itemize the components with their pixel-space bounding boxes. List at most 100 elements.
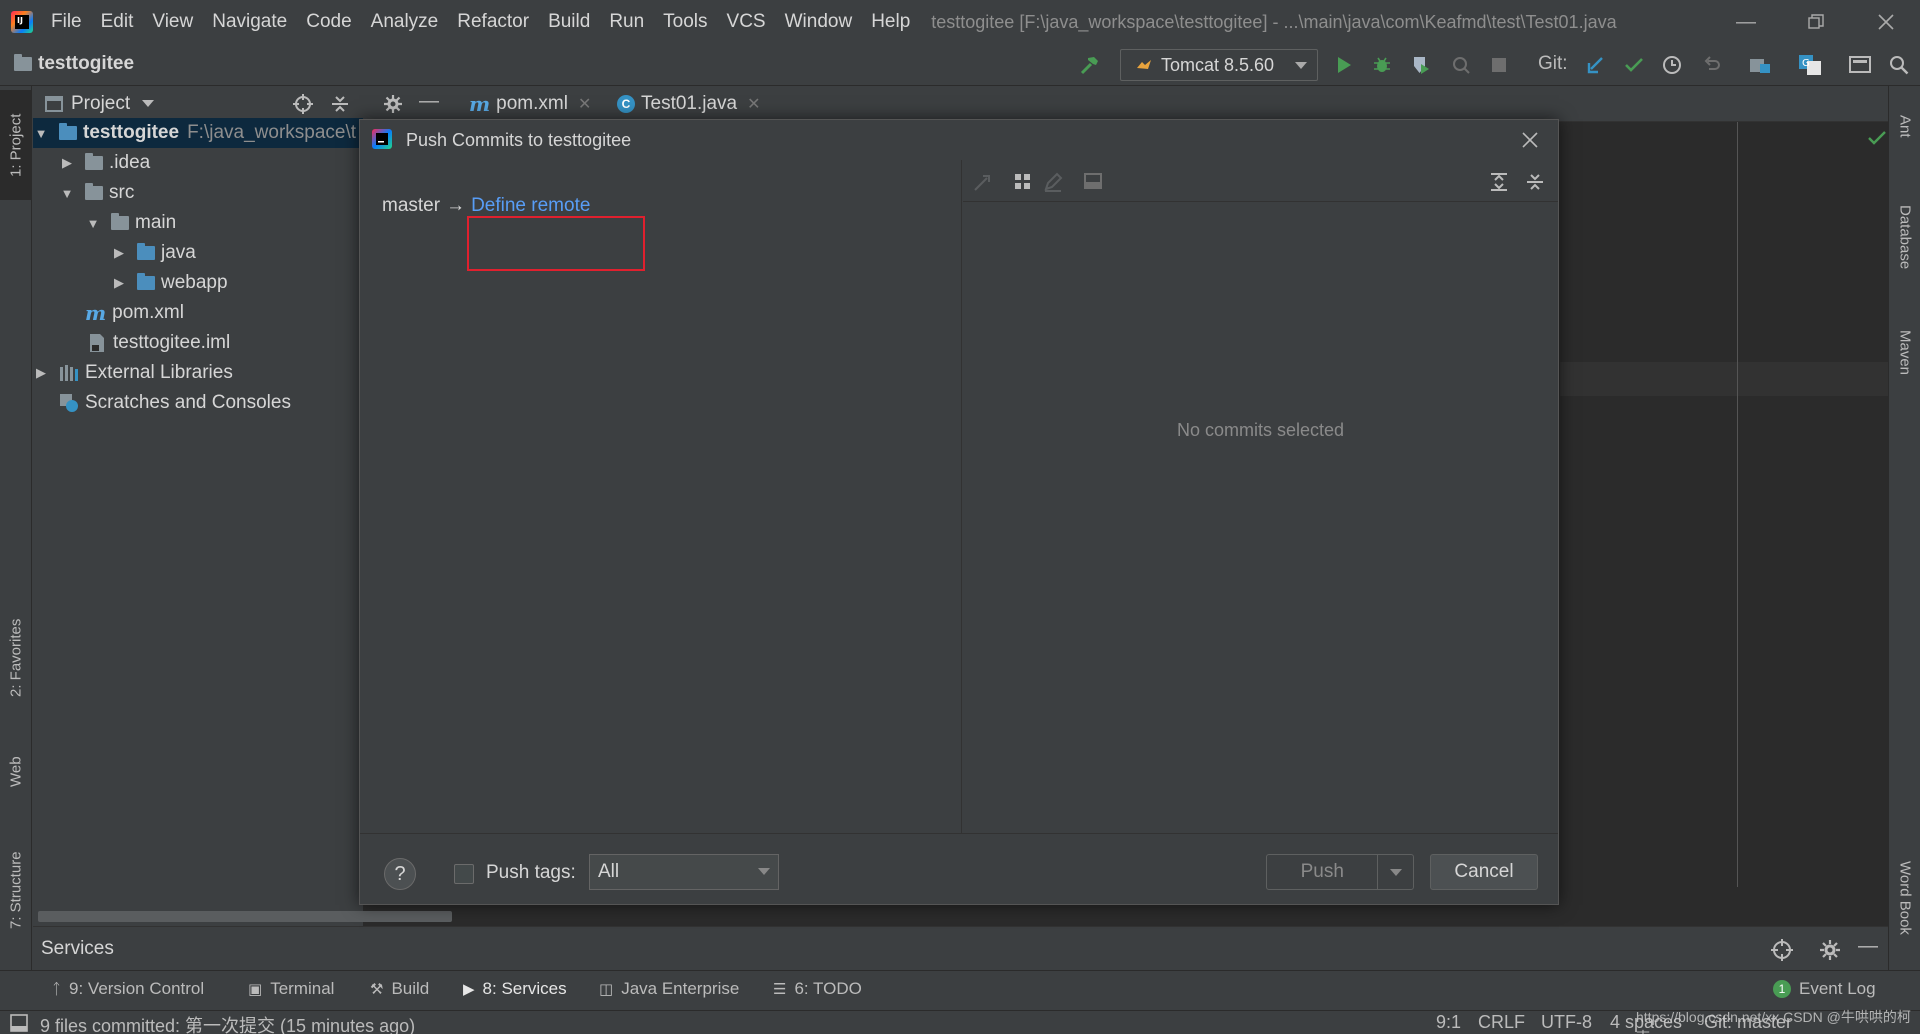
group-by-icon[interactable] [1013, 172, 1033, 192]
menu-help[interactable]: Help [871, 11, 910, 33]
menu-code[interactable]: Code [306, 11, 351, 33]
tree-item-webapp[interactable]: ▶ webapp [111, 268, 228, 298]
tree-item-pom-xml[interactable]: m pom.xml [85, 298, 184, 328]
debug-icon[interactable] [1369, 52, 1395, 78]
presentation-icon[interactable] [1847, 52, 1873, 78]
rollback-icon[interactable] [1699, 52, 1725, 78]
edit-source-icon[interactable] [1043, 172, 1063, 192]
horizontal-scrollbar[interactable] [38, 911, 452, 922]
tool-todo[interactable]: ☰ 6: TODO [773, 979, 862, 999]
run-configuration-select[interactable]: Tomcat 8.5.60 [1120, 49, 1318, 81]
menu-analyze[interactable]: Analyze [371, 11, 439, 33]
push-tags-value: All [598, 861, 620, 882]
file-encoding[interactable]: UTF-8 [1541, 1012, 1592, 1033]
line-separator[interactable]: CRLF [1478, 1012, 1525, 1033]
tool-tab-web[interactable]: Web [0, 742, 32, 802]
expand-all-icon[interactable] [1489, 172, 1509, 192]
build-hammer-icon[interactable] [1077, 52, 1103, 78]
git-commit-check-icon[interactable] [1621, 52, 1647, 78]
tree-item-testtogitee[interactable]: ▼ testtogitee F:\java_workspace\t [33, 118, 363, 148]
search-icon[interactable] [1886, 52, 1912, 78]
inspection-ok-icon[interactable] [1868, 130, 1886, 146]
translate-icon[interactable]: G [1797, 52, 1823, 78]
cherry-pick-icon[interactable] [973, 172, 993, 192]
push-options-dropdown[interactable] [1378, 868, 1413, 876]
menu-run[interactable]: Run [609, 11, 644, 33]
close-tab-icon[interactable]: ✕ [578, 94, 591, 114]
tool-java-enterprise[interactable]: ◫ Java Enterprise [599, 979, 739, 999]
tool-tab-ant[interactable]: Ant [1889, 94, 1920, 158]
project-breadcrumb[interactable]: testtogitee [14, 53, 134, 75]
collapsed-arrow-icon[interactable]: ▶ [59, 155, 75, 171]
tool-services[interactable]: ▶ 8: Services [463, 979, 567, 999]
tree-item-java[interactable]: ▶ java [111, 238, 196, 268]
collapse-all-icon[interactable] [330, 94, 350, 114]
tree-item-main[interactable]: ▼ main [85, 208, 177, 238]
stop-icon[interactable] [1486, 52, 1512, 78]
menu-refactor[interactable]: Refactor [457, 11, 529, 33]
tree-item-src[interactable]: ▼ src [59, 178, 135, 208]
expanded-arrow-icon[interactable]: ▼ [33, 126, 49, 141]
collapse-all-icon[interactable] [1525, 172, 1545, 192]
push-tags-checkbox[interactable] [454, 864, 474, 884]
caret-position[interactable]: 9:1 [1436, 1012, 1461, 1033]
expanded-arrow-icon[interactable]: ▼ [85, 216, 101, 231]
tool-tab-project[interactable]: 1: Project [0, 90, 32, 200]
hide-panel-icon[interactable]: — [419, 90, 439, 113]
expanded-arrow-icon[interactable]: ▼ [59, 186, 75, 201]
minimize-icon[interactable]: — [1718, 0, 1774, 44]
tool-version-control[interactable]: ᛏ 9: Version Control [52, 979, 204, 999]
define-remote-link[interactable]: Define remote [471, 195, 590, 217]
tool-tab-favorites[interactable]: 2: Favorites [0, 598, 32, 718]
menu-tools[interactable]: Tools [663, 11, 707, 33]
cancel-button[interactable]: Cancel [1430, 854, 1538, 890]
preview-diff-icon[interactable] [1083, 172, 1103, 192]
project-structure-icon[interactable] [1747, 52, 1773, 78]
menu-edit[interactable]: Edit [101, 11, 134, 33]
coverage-icon[interactable] [1408, 52, 1434, 78]
gear-icon[interactable] [1819, 939, 1841, 961]
gear-icon[interactable] [383, 94, 403, 114]
tool-event-log[interactable]: 1 Event Log [1773, 979, 1876, 999]
history-clock-icon[interactable] [1659, 52, 1685, 78]
menu-navigate[interactable]: Navigate [212, 11, 287, 33]
tool-tab-database[interactable]: Database [1889, 182, 1920, 292]
tool-terminal[interactable]: ▣ Terminal [248, 979, 334, 999]
collapsed-arrow-icon[interactable]: ▶ [111, 275, 127, 291]
menu-window[interactable]: Window [785, 11, 853, 33]
close-icon[interactable] [1510, 124, 1550, 156]
collapsed-arrow-icon[interactable]: ▶ [111, 245, 127, 261]
tree-item-idea[interactable]: ▶ .idea [59, 148, 150, 178]
tool-tab-maven[interactable]: Maven [1889, 308, 1920, 398]
close-tab-icon[interactable]: ✕ [747, 94, 760, 114]
tab-pom-xml[interactable]: m pom.xml ✕ [459, 86, 601, 122]
toggle-tool-windows-icon[interactable] [10, 1014, 28, 1032]
close-window-icon[interactable] [1858, 0, 1914, 44]
tool-tab-word-book[interactable]: Word Book [1889, 838, 1920, 958]
locate-crosshair-icon[interactable] [293, 94, 313, 114]
tool-tab-structure[interactable]: 7: Structure [0, 830, 32, 950]
chevron-down-icon[interactable] [142, 100, 155, 107]
locate-crosshair-icon[interactable] [1771, 939, 1793, 961]
tree-item-external-libraries[interactable]: ▶ External Libraries [33, 358, 233, 388]
help-button[interactable]: ? [384, 858, 416, 890]
push-tags-label[interactable]: Push tags: [486, 862, 576, 884]
tool-build[interactable]: ⚒ Build [370, 979, 429, 999]
menu-file[interactable]: File [51, 11, 82, 33]
git-update-icon[interactable] [1583, 52, 1609, 78]
push-button[interactable]: Push [1266, 854, 1414, 890]
restore-icon[interactable] [1788, 0, 1844, 44]
right-tool-strip: Ant Database Maven Word Book [1888, 86, 1920, 970]
menu-build[interactable]: Build [548, 11, 590, 33]
tree-item-iml[interactable]: testtogitee.iml [89, 328, 230, 358]
tree-item-scratches[interactable]: Scratches and Consoles [59, 388, 291, 418]
run-icon[interactable] [1331, 52, 1357, 78]
push-tags-select[interactable]: All [589, 854, 779, 890]
project-view-select[interactable]: Project [71, 93, 130, 115]
collapsed-arrow-icon[interactable]: ▶ [33, 365, 49, 381]
menu-vcs[interactable]: VCS [727, 11, 766, 33]
tab-test01-java[interactable]: C Test01.java ✕ [607, 86, 771, 122]
hide-panel-icon[interactable]: — [1858, 935, 1878, 958]
profile-icon[interactable] [1448, 52, 1474, 78]
menu-view[interactable]: View [152, 11, 193, 33]
